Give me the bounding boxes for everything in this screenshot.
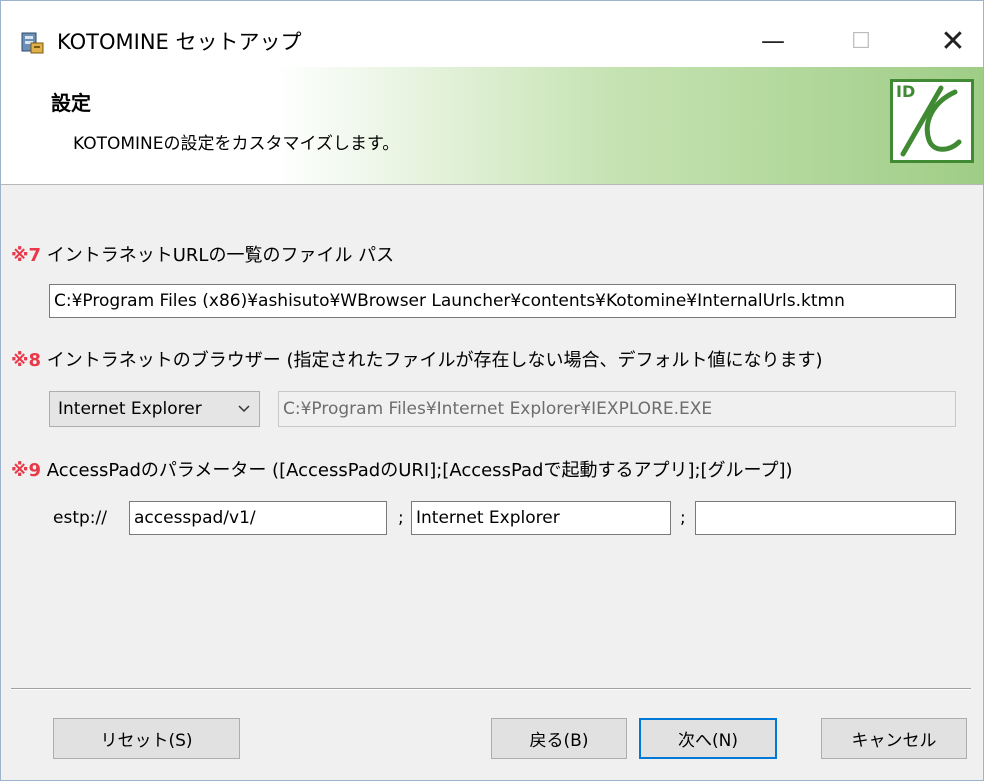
setup-installer-icon	[21, 32, 44, 54]
chevron-down-icon	[237, 392, 251, 439]
maximize-button[interactable]: ☐	[831, 17, 891, 65]
browser-select-value: Internet Explorer	[58, 399, 202, 419]
page-subtitle: KOTOMINEの設定をカスタマイズします。	[73, 134, 400, 154]
kotomine-logo: ID	[890, 79, 974, 163]
setup-window: KOTOMINE セットアップ — ☐ ✕ 設定 KOTOMINEの設定をカスタ…	[0, 0, 984, 781]
section-8-mark: ※8	[11, 350, 42, 371]
reset-button[interactable]: リセット(S)	[53, 718, 240, 759]
accesspad-app-input[interactable]: Internet Explorer	[411, 501, 671, 535]
title-bar: KOTOMINE セットアップ — ☐ ✕	[1, 1, 983, 67]
header-banner: 設定 KOTOMINEの設定をカスタマイズします。 ID	[1, 67, 983, 185]
section-7-text: イントラネットURLの一覧のファイル パス	[41, 245, 395, 266]
cancel-button[interactable]: キャンセル	[821, 718, 967, 759]
browser-path-input: C:¥Program Files¥Internet Explorer¥IEXPL…	[278, 391, 956, 427]
page-title: 設定	[51, 91, 91, 115]
logo-k-mark-icon	[900, 85, 962, 157]
footer-divider	[11, 688, 971, 690]
section-9-text: AccessPadのパラメーター ([AccessPadのURI];[Acces…	[41, 460, 793, 481]
separator-2: ;	[680, 508, 686, 528]
accesspad-group-input[interactable]	[695, 501, 956, 535]
section-8-text: イントラネットのブラウザー (指定されたファイルが存在しない場合、デフォルト値に…	[41, 350, 823, 371]
next-button[interactable]: 次へ(N)	[639, 718, 777, 759]
separator-1: ;	[398, 508, 404, 528]
minimize-button[interactable]: —	[743, 17, 803, 65]
section-9-mark: ※9	[11, 460, 42, 481]
accesspad-uri-input[interactable]: accesspad/v1/	[129, 501, 387, 535]
intranet-url-file-path-input[interactable]: C:¥Program Files (x86)¥ashisuto¥WBrowser…	[49, 284, 956, 318]
close-button[interactable]: ✕	[923, 17, 983, 65]
section-7-mark: ※7	[11, 245, 42, 266]
back-button[interactable]: 戻る(B)	[491, 718, 627, 759]
browser-select[interactable]: Internet Explorer	[49, 391, 260, 427]
scheme-label: estp://	[53, 508, 107, 528]
section-8-label: ※8 イントラネットのブラウザー (指定されたファイルが存在しない場合、デフォル…	[11, 346, 823, 372]
section-7-label: ※7 イントラネットURLの一覧のファイル パス	[11, 241, 394, 267]
section-9-label: ※9 AccessPadのパラメーター ([AccessPadのURI];[Ac…	[11, 456, 793, 482]
window-title: KOTOMINE セットアップ	[57, 30, 302, 54]
